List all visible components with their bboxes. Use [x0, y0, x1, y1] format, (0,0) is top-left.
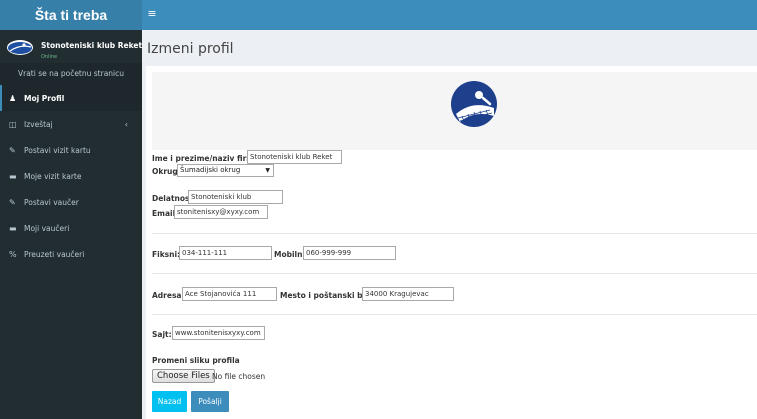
app-logo-text: Šta ti treba	[34, 7, 108, 23]
edit-icon: ✎	[9, 197, 16, 207]
user-icon: ♟	[9, 93, 17, 103]
sidebar-item-label: Postavi vaučer	[24, 197, 79, 207]
user-panel: Stonoteniski klub Reket Online	[0, 30, 142, 63]
sidebar-item-preuzeti-vauceri[interactable]: % Preuzeti vaučeri	[0, 241, 142, 267]
folder-icon: ▬	[9, 223, 17, 233]
email-label: Email	[152, 209, 176, 218]
user-status: Online	[41, 54, 58, 60]
sidebar-item-moji-vauceri[interactable]: ▬ Moji vaučeri	[0, 215, 142, 241]
sidebar-item-postavi-vizit-kartu[interactable]: ✎ Postavi vizit kartu	[0, 137, 142, 163]
choose-files-button[interactable]: Choose Files	[152, 369, 215, 383]
email-input[interactable]: stonitenisxy@xyxy.com	[174, 205, 268, 219]
hamburger-icon[interactable]: ≡	[146, 7, 158, 21]
divider	[152, 273, 757, 274]
send-button[interactable]: Pošalji	[191, 391, 229, 412]
adresa-label: Adresa:	[152, 291, 185, 300]
adresa-input[interactable]: Ace Stojanovića 111	[182, 287, 277, 301]
mesto-input[interactable]: 34000 Kragujevac	[362, 287, 454, 301]
app-logo[interactable]: Šta ti treba	[0, 0, 142, 30]
name-input[interactable]: Stonoteniski klub Reket	[247, 150, 342, 164]
sidebar-item-postavi-vaucer[interactable]: ✎ Postavi vaučer	[0, 189, 142, 215]
folder-icon: ▬	[9, 171, 17, 181]
mobilni-label: Mobilni	[274, 250, 306, 259]
club-logo-image	[451, 81, 497, 127]
sidebar-item-label: Preuzeti vaučeri	[24, 249, 85, 259]
sajt-label: Sajt:	[152, 330, 172, 339]
okrug-label: Okrug	[152, 167, 178, 176]
sidebar-item-moj-profil[interactable]: ♟ Moj Profil	[0, 85, 142, 111]
delatnost-input[interactable]: Stonoteniski klub	[188, 190, 283, 204]
sidebar: Stonoteniski klub Reket Online Vrati se …	[0, 30, 142, 419]
name-label: Ime i prezime/naziv firme	[152, 154, 260, 163]
dropdown-arrow-icon: ▼	[265, 167, 270, 174]
chevron-left-icon: ‹	[124, 119, 128, 129]
user-name: Stonoteniski klub Reket	[41, 41, 143, 50]
okrug-select[interactable]: Šumadijski okrug ▼	[177, 164, 274, 177]
percent-icon: %	[9, 249, 17, 259]
profile-banner	[152, 72, 757, 150]
divider	[152, 314, 757, 315]
sidebar-item-label: Postavi vizit kartu	[24, 145, 91, 155]
content-header: Izmeni profil	[142, 30, 757, 66]
file-status-text: No file chosen	[212, 372, 266, 381]
sajt-input[interactable]: www.stonitenisxyxy.com	[172, 326, 265, 340]
sidebar-item-moje-vizit-karte[interactable]: ▬ Moje vizit karte	[0, 163, 142, 189]
edit-icon: ✎	[9, 145, 16, 155]
back-to-home-link[interactable]: Vrati se na početnu stranicu	[0, 63, 142, 85]
sidebar-item-label: Moj Profil	[24, 93, 65, 103]
sidebar-item-izvestaj[interactable]: ◫ Izveštaj ‹	[0, 111, 142, 137]
sidebar-item-label: Izveštaj	[24, 119, 53, 129]
profile-form: Ime i prezime/naziv firme Stonoteniski k…	[146, 66, 757, 419]
divider	[152, 233, 757, 234]
sidebar-item-label: Moje vizit karte	[24, 171, 82, 181]
report-icon: ◫	[9, 119, 17, 129]
photo-label: Promeni sliku profila	[152, 356, 240, 365]
okrug-select-value: Šumadijski okrug	[180, 166, 241, 174]
back-button[interactable]: Nazad	[152, 391, 187, 412]
fiksni-input[interactable]: 034-111-111	[179, 246, 272, 260]
sidebar-item-label: Moji vaučeri	[24, 223, 70, 233]
delatnost-label: Delatnost	[152, 194, 194, 203]
page-title: Izmeni profil	[147, 41, 234, 57]
avatar	[7, 40, 33, 55]
mobilni-input[interactable]: 060-999-999	[303, 246, 396, 260]
fiksni-label: Fiksni:	[152, 250, 181, 259]
top-navbar: ≡	[142, 0, 757, 30]
